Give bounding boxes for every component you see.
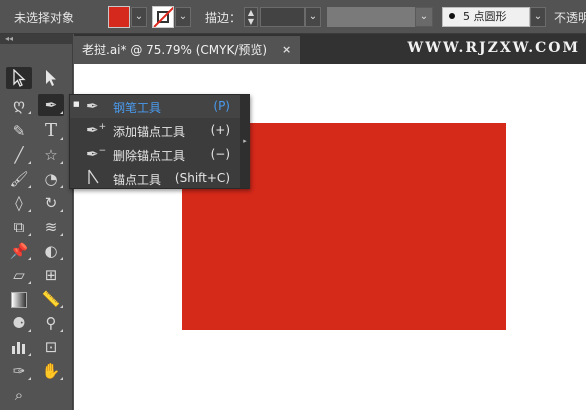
eraser-tool-icon[interactable]: ◊: [6, 192, 32, 214]
flyout-item-pen[interactable]: ■ ✒ 钢笔工具 (P): [70, 95, 240, 118]
variable-width-chevron-icon[interactable]: ⌄: [415, 7, 433, 27]
stroke-weight-spinner-icon[interactable]: ▲ ▼: [244, 7, 258, 27]
pen-tool-icon[interactable]: ✒: [38, 94, 64, 116]
close-tab-icon[interactable]: ×: [282, 36, 296, 64]
stroke-dropdown-chevron-icon[interactable]: ⌄: [175, 7, 191, 27]
blob-brush-tool-icon[interactable]: ◔: [38, 168, 64, 190]
pen-icon: ✒: [86, 97, 99, 115]
document-tab[interactable]: 老挝.ai* @ 75.79% (CMYK/预览): [74, 36, 300, 64]
hand-tool-icon[interactable]: ✋: [38, 360, 64, 382]
direct-selection-tool-icon[interactable]: [38, 67, 64, 89]
line-tool-icon[interactable]: ╱: [6, 144, 32, 166]
slice-tool-icon[interactable]: ✑: [6, 360, 32, 382]
pin-tool-icon[interactable]: 📌: [6, 240, 32, 262]
document-tab-title: 老挝.ai* @ 75.79% (CMYK/预览): [82, 43, 268, 57]
opacity-label[interactable]: 不透明: [554, 9, 586, 26]
watermark-text: WWW.RJZXW.COM: [407, 40, 580, 56]
paintbrush-tool-icon[interactable]: 🖌: [6, 168, 32, 190]
stroke-color-swatch[interactable]: [152, 6, 174, 28]
flyout-tearoff-arrow-icon[interactable]: ▸: [240, 95, 250, 188]
perspective-tool-icon[interactable]: ▱: [6, 264, 32, 286]
warp-tool-icon[interactable]: ≋: [38, 216, 64, 238]
zoom-tool-icon[interactable]: ⌕: [6, 384, 32, 406]
measure-tool-icon[interactable]: 📏: [38, 288, 64, 310]
brush-value: 5 点圆形: [463, 10, 507, 23]
stroke-weight-chevron-icon[interactable]: ⌄: [305, 7, 321, 27]
selected-marker-icon: ■: [73, 100, 80, 108]
column-graph-tool-icon[interactable]: [6, 336, 32, 358]
brush-definition-select[interactable]: 5 点圆形: [442, 7, 530, 27]
stroke-weight-input[interactable]: [260, 7, 305, 27]
tools-panel-collapse-icon[interactable]: ◂◂: [0, 34, 73, 44]
eyedropper-tool-icon[interactable]: ⚲: [38, 312, 64, 334]
artboard-tool-icon[interactable]: ⊡: [38, 336, 64, 358]
mesh-tool-icon[interactable]: ⊞: [38, 264, 64, 286]
type-tool-icon[interactable]: T: [38, 120, 64, 142]
delete-anchor-point-icon: ✒−: [86, 145, 107, 163]
shape-builder-tool-icon[interactable]: ◐: [38, 240, 64, 262]
selection-status: 未选择对象: [14, 11, 75, 25]
brush-dot-icon: [449, 13, 455, 19]
add-anchor-point-icon: ✒+: [86, 121, 107, 139]
fill-color-swatch[interactable]: [108, 6, 130, 28]
flyout-item-anchor-point[interactable]: 锚点工具 (Shift+C): [70, 167, 240, 190]
variable-width-profile[interactable]: [327, 7, 415, 27]
stroke-label: 描边：: [205, 11, 242, 25]
gradient-tool-icon[interactable]: [6, 288, 32, 310]
star-tool-icon[interactable]: ☆: [38, 144, 64, 166]
selection-tool-icon[interactable]: [6, 67, 32, 89]
fill-dropdown-chevron-icon[interactable]: ⌄: [131, 7, 147, 27]
curvature-tool-icon[interactable]: ✎: [6, 120, 32, 142]
flyout-item-add-anchor[interactable]: ✒+ 添加锚点工具 (+): [70, 119, 240, 142]
lasso-tool-icon[interactable]: ღ: [6, 94, 32, 116]
flyout-item-delete-anchor[interactable]: ✒− 删除锚点工具 (−): [70, 143, 240, 166]
brush-chevron-icon[interactable]: ⌄: [530, 7, 546, 27]
rotate-tool-icon[interactable]: ↻: [38, 192, 64, 214]
blend-tool-icon[interactable]: ⚈: [6, 312, 32, 334]
anchor-point-icon: [86, 169, 100, 189]
scale-tool-icon[interactable]: ⧉: [6, 216, 32, 238]
